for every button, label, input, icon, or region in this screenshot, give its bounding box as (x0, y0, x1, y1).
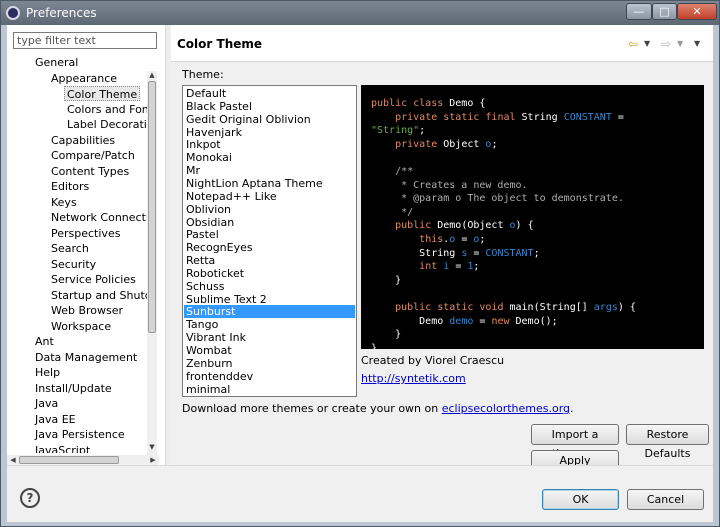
theme-list-item[interactable]: Inkpot (184, 138, 355, 151)
theme-list[interactable]: Default Black Pastel Gedit Original Oblivi… (182, 85, 357, 397)
tree-item[interactable]: Security (51, 257, 96, 272)
theme-preview: public class Demo { private static final… (361, 85, 704, 349)
tree-item[interactable]: Startup and Shutdown (51, 288, 147, 303)
theme-list-item[interactable]: Default (184, 87, 355, 100)
dialog-button-bar: ? OK Cancel (7, 465, 713, 522)
theme-list-item[interactable]: Gedit Original Oblivion (184, 113, 355, 126)
theme-author: Created by Viorel Craescu (361, 354, 505, 367)
tree-item[interactable]: Perspectives (51, 226, 120, 241)
theme-list-item[interactable]: Pastel (184, 228, 355, 241)
theme-list-item[interactable]: minimal (184, 383, 355, 396)
view-menu-icon[interactable]: ▼ (694, 37, 700, 51)
theme-list-item[interactable]: Black Pastel (184, 100, 355, 113)
tree-item[interactable]: Java Persistence (35, 427, 125, 442)
theme-list-item[interactable]: Notepad++ Like (184, 190, 355, 203)
theme-list-item[interactable]: NightLion Aptana Theme (184, 177, 355, 190)
tree-item[interactable]: Ant (35, 334, 54, 349)
eclipse-icon (6, 6, 20, 20)
cancel-button[interactable]: Cancel (627, 489, 704, 510)
download-prefix: Download more themes or create your own … (182, 402, 442, 415)
author-link[interactable]: http://syntetik.com (361, 372, 466, 385)
theme-list-item[interactable]: Zenburn (184, 357, 355, 370)
chevron-down-icon[interactable]: ▼ (644, 37, 650, 51)
restore-defaults-button[interactable]: Restore Defaults (626, 424, 709, 460)
theme-list-item[interactable]: Obsidian (184, 216, 355, 229)
maximize-button[interactable]: □ (652, 3, 677, 20)
tree-item[interactable]: Workspace (51, 319, 111, 334)
scroll-right-icon[interactable]: ▶ (147, 455, 159, 465)
theme-list-item[interactable]: Sunburst (184, 305, 355, 319)
eclipsecolorthemes-link[interactable]: eclipsecolorthemes.org (442, 402, 570, 415)
arrow-right-icon[interactable]: ⇨ (661, 37, 671, 51)
tree-item[interactable]: Data Management (35, 350, 137, 365)
tree-item[interactable]: Install/Update (35, 381, 112, 396)
theme-list-item[interactable]: Oblivion (184, 203, 355, 216)
scroll-thumb[interactable] (148, 81, 156, 333)
tree-horizontal-scrollbar[interactable]: ◀ ▶ (7, 455, 159, 465)
preview-code: public class Demo { private static final… (371, 98, 636, 349)
color-theme-page: Color Theme ⇦ ▼ ⇨ ▼ ▼ Theme: Default Blac… (171, 25, 713, 471)
theme-list-item[interactable]: frontenddev (184, 370, 355, 383)
preferences-tree[interactable]: General Appearance Color Theme Colors and F… (7, 55, 147, 453)
filter-input[interactable] (13, 32, 157, 49)
arrow-left-icon[interactable]: ⇦ (628, 37, 638, 51)
tree-item[interactable]: Help (35, 365, 60, 380)
tree-item[interactable]: Keys (51, 195, 77, 210)
tree-item[interactable]: Content Types (51, 164, 129, 179)
tree-item[interactable]: Compare/Patch (51, 148, 135, 163)
download-suffix: . (570, 402, 574, 415)
theme-list-item[interactable]: Vibrant Ink (184, 331, 355, 344)
title-bar[interactable]: Preferences — □ ✕ (1, 1, 719, 25)
theme-list-item[interactable]: Retta (184, 254, 355, 267)
scroll-thumb-horizontal[interactable] (19, 456, 119, 464)
tree-item[interactable]: Colors and Fonts (67, 102, 147, 117)
minimize-button[interactable]: — (626, 3, 652, 20)
tree-item[interactable]: Capabilities (51, 133, 115, 148)
tree-item[interactable]: Label Decorations (67, 117, 147, 132)
tree-item[interactable]: General (35, 55, 78, 70)
scroll-down-icon[interactable]: ▼ (147, 443, 157, 455)
close-button[interactable]: ✕ (677, 3, 717, 20)
theme-list-item[interactable]: Wombat (184, 344, 355, 357)
scroll-left-icon[interactable]: ◀ (7, 455, 19, 465)
tree-item[interactable]: Editors (51, 179, 89, 194)
theme-list-item[interactable]: Sublime Text 2 (184, 293, 355, 306)
tree-vertical-scrollbar[interactable]: ▲ ▼ (147, 71, 157, 455)
theme-list-item[interactable]: Roboticket (184, 267, 355, 280)
theme-list-item[interactable]: RecognEyes (184, 241, 355, 254)
ok-button[interactable]: OK (542, 489, 619, 510)
tree-item[interactable]: Web Browser (51, 303, 123, 318)
tree-item[interactable]: Network Connections (51, 210, 147, 225)
preferences-window: Preferences — □ ✕ GeneralAppearanceColor… (0, 0, 720, 527)
theme-list-item[interactable]: Tango (184, 318, 355, 331)
tree-item[interactable]: Search (51, 241, 89, 256)
window-title: Preferences (26, 6, 97, 20)
theme-label: Theme: (182, 68, 224, 81)
preferences-navigation: GeneralAppearanceColor ThemeColors and F… (7, 25, 165, 465)
tree-item[interactable]: Java (35, 396, 58, 411)
import-theme-button[interactable]: Import a theme... (531, 424, 619, 460)
page-title: Color Theme (177, 37, 263, 51)
theme-list-item[interactable]: Mr (184, 164, 355, 177)
theme-list-item[interactable]: Monokai (184, 151, 355, 164)
chevron-down-icon[interactable]: ▼ (677, 37, 683, 51)
dialog-client-area: GeneralAppearanceColor ThemeColors and F… (7, 25, 713, 522)
tree-item[interactable]: JavaScript (35, 443, 90, 454)
download-text: Download more themes or create your own … (182, 402, 574, 415)
page-header: Color Theme ⇦ ▼ ⇨ ▼ ▼ (171, 25, 713, 62)
theme-list-item[interactable]: Havenjark (184, 126, 355, 139)
help-icon[interactable]: ? (20, 488, 40, 508)
tree-item[interactable]: Java EE (35, 412, 76, 427)
theme-list-item[interactable]: Schuss (184, 280, 355, 293)
tree-item[interactable]: Service Policies (51, 272, 136, 287)
tree-item[interactable]: Color Theme (64, 86, 141, 101)
tree-item[interactable]: Appearance (51, 71, 117, 86)
